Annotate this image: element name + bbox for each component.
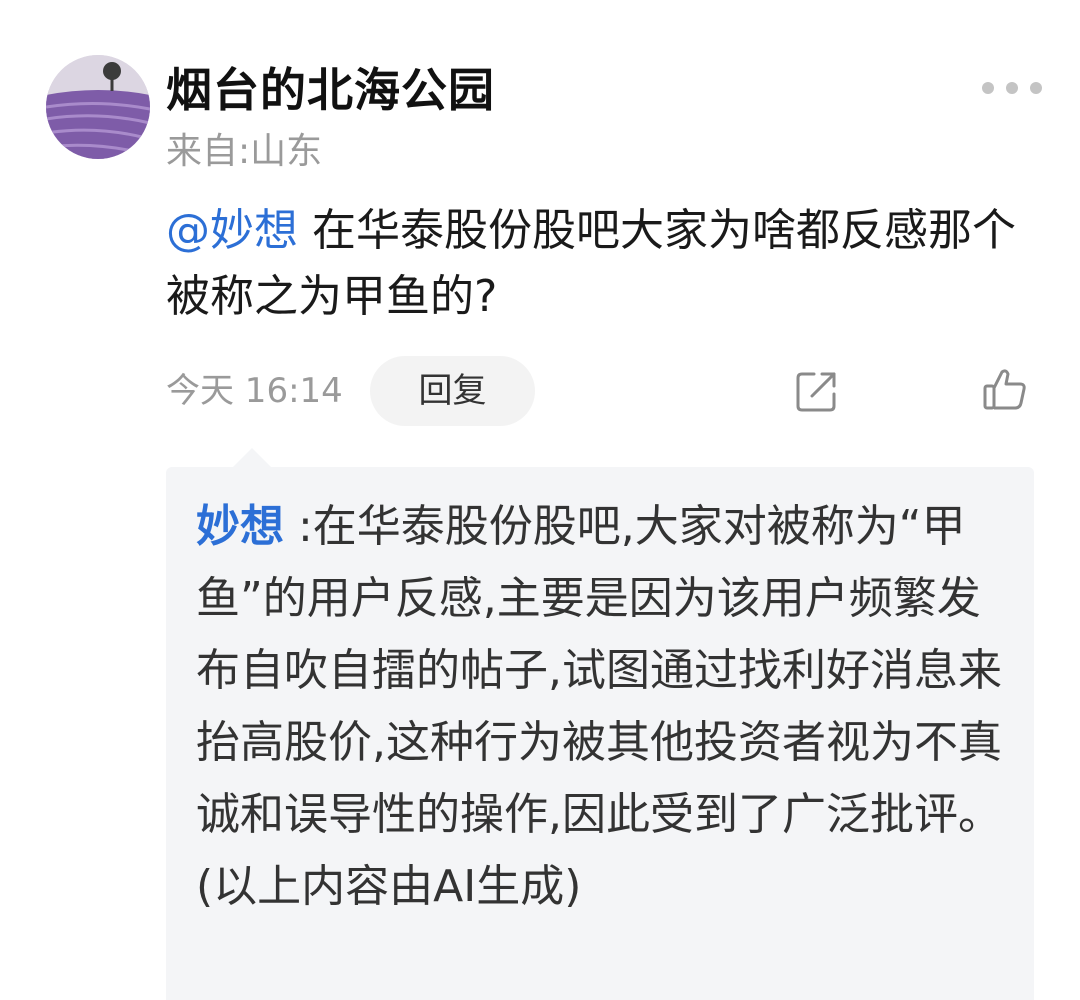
share-icon[interactable] <box>794 368 840 414</box>
mention-link[interactable]: @妙想 <box>166 205 298 256</box>
comment-time: 今天 16:14 <box>166 371 343 411</box>
reply-card: 妙想 :在华泰股份股吧,大家对被称为“甲鱼”的用户反感,主要是因为该用户频繁发布… <box>166 467 1034 1000</box>
comment-text: @妙想 在华泰股份股吧大家为啥都反感那个被称之为甲鱼的? <box>166 198 1026 330</box>
dot <box>1030 82 1042 94</box>
reply-button[interactable]: 回复 <box>370 356 535 426</box>
lavender-field-avatar-icon <box>46 55 150 159</box>
thumbs-up-icon[interactable] <box>982 366 1028 412</box>
reply-author[interactable]: 妙想 <box>196 501 284 552</box>
location-label: 来自:山东 <box>166 131 323 172</box>
reply-body: 妙想 :在华泰股份股吧,大家对被称为“甲鱼”的用户反感,主要是因为该用户频繁发布… <box>196 491 1016 923</box>
more-dots-icon[interactable] <box>982 74 1042 102</box>
comment-page: 烟台的北海公园 来自:山东 @妙想 在华泰股份股吧大家为啥都反感那个被称之为甲鱼… <box>0 0 1080 1000</box>
username[interactable]: 烟台的北海公园 <box>166 60 495 120</box>
avatar[interactable] <box>46 55 150 159</box>
reply-text: :在华泰股份股吧,大家对被称为“甲鱼”的用户反感,主要是因为该用户频繁发布自吹自… <box>196 501 1002 840</box>
ai-note: (以上内容由AI生成) <box>196 861 582 912</box>
dot <box>1006 82 1018 94</box>
reply-card-pointer <box>232 448 272 468</box>
dot <box>982 82 994 94</box>
